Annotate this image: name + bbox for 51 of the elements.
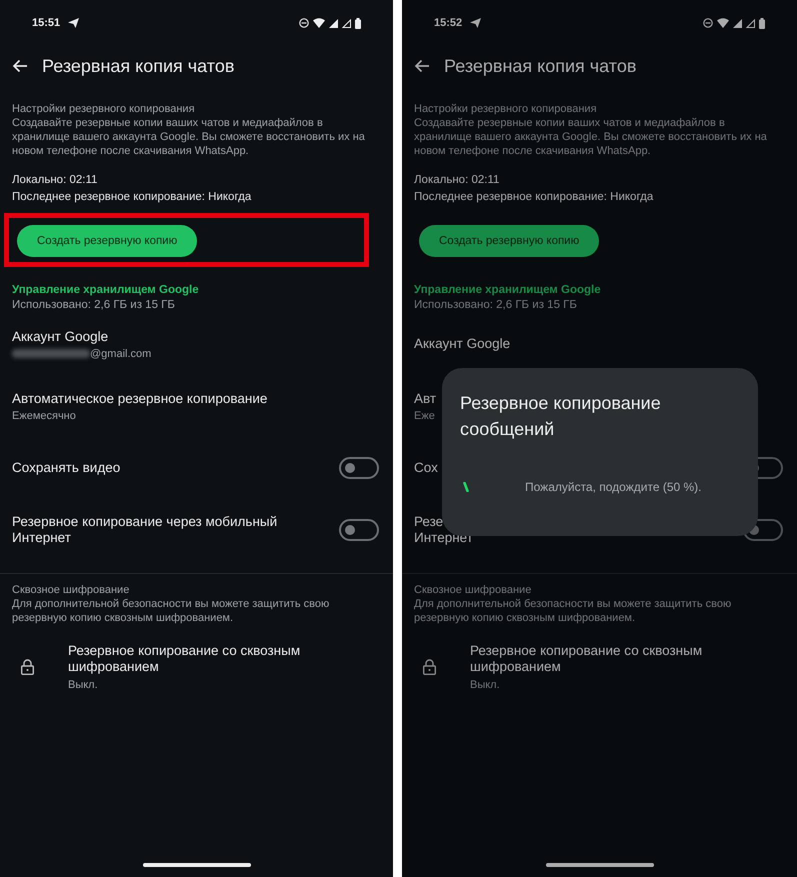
battery-icon xyxy=(355,18,361,28)
wifi-icon xyxy=(313,18,325,28)
do-not-disturb-icon xyxy=(703,18,713,28)
back-arrow-icon[interactable] xyxy=(414,59,430,73)
loading-spinner-icon xyxy=(463,482,469,492)
status-time: 15:51 xyxy=(32,17,60,29)
status-time: 15:52 xyxy=(434,17,462,29)
section-description: Для дополнительной безопасности вы можете защитить свою резервную копию сквозным шифрованием. xyxy=(12,597,330,625)
setting-value: Ежемесячно xyxy=(12,410,76,422)
encryption-setting-value: Выкл. xyxy=(470,679,501,691)
section-description: Создавайте резервные копии ваших чатов и медиафайлов в хранилище вашего аккаунта Google. Вы сможете восстановить их на новом телефоне после скачивания WhatsApp. xyxy=(414,116,768,158)
lock-icon xyxy=(423,659,436,675)
setting-title[interactable]: Резервное копирование через мобильный Интернет xyxy=(12,514,339,546)
local-backup-time: Локально: 02:11 xyxy=(12,174,98,186)
backup-button[interactable]: Создать резервную копию xyxy=(17,225,198,257)
setting-title[interactable]: Автоматическое резервное копирование xyxy=(12,390,381,406)
section-description: Для дополнительной безопасности вы можете защитить свою резервную копию сквозным шифрованием. xyxy=(414,597,732,625)
last-backup-time: Последнее резервное копирование: Никогда xyxy=(414,191,654,203)
do-not-disturb-icon xyxy=(299,18,309,28)
section-heading: Настройки резервного копирования xyxy=(12,103,196,115)
send-icon xyxy=(68,18,80,28)
storage-usage: Использовано: 2,6 ГБ из 15 ГБ xyxy=(414,299,578,311)
battery-icon xyxy=(759,18,765,28)
setting-title[interactable]: Аккаунт Google xyxy=(414,336,785,352)
setting-value: Еже xyxy=(414,410,435,422)
storage-usage: Использовано: 2,6 ГБ из 15 ГБ xyxy=(12,299,176,311)
section-heading: Сквозное шифрование xyxy=(414,584,532,596)
toggle-switch[interactable] xyxy=(339,519,379,541)
toggle-switch[interactable] xyxy=(339,457,379,479)
backup-button[interactable]: Создать резервную копию xyxy=(419,225,600,257)
storage-link[interactable]: Управление хранилищем Google xyxy=(414,284,785,296)
section-description: Создавайте резервные копии ваших чатов и медиафайлов в хранилище вашего аккаунта Google. Вы сможете восстановить их на новом телефоне после скачивания WhatsApp. xyxy=(12,116,366,158)
section-heading: Настройки резервного копирования xyxy=(414,103,598,115)
storage-link[interactable]: Управление хранилищем Google xyxy=(12,284,381,296)
encryption-setting-title[interactable]: Резервное копирование со сквозным шифрованием xyxy=(68,643,338,675)
wifi-icon xyxy=(717,18,729,28)
local-backup-time: Локально: 02:11 xyxy=(414,174,500,186)
screen-title: Резервная копия чатов xyxy=(444,56,636,76)
setting-title[interactable]: Сохранять видео xyxy=(12,460,339,476)
dialog-title: Резервное копирование сообщений xyxy=(460,392,662,441)
encryption-setting-value: Выкл. xyxy=(68,679,99,691)
setting-title[interactable]: Аккаунт Google xyxy=(12,328,381,344)
last-backup-time: Последнее резервное копирование: Никогда xyxy=(12,191,252,203)
dialog-message: Пожалуйста, подождите (50 %). xyxy=(525,480,702,494)
send-icon xyxy=(470,18,482,28)
setting-value: @gmail.com xyxy=(90,348,152,360)
screen-title: Резервная копия чатов xyxy=(42,56,234,76)
section-heading: Сквозное шифрование xyxy=(12,584,130,596)
lock-icon xyxy=(21,659,34,675)
encryption-setting-title[interactable]: Резервное копирование со сквозным шифрованием xyxy=(470,643,740,675)
back-arrow-icon[interactable] xyxy=(12,59,28,73)
